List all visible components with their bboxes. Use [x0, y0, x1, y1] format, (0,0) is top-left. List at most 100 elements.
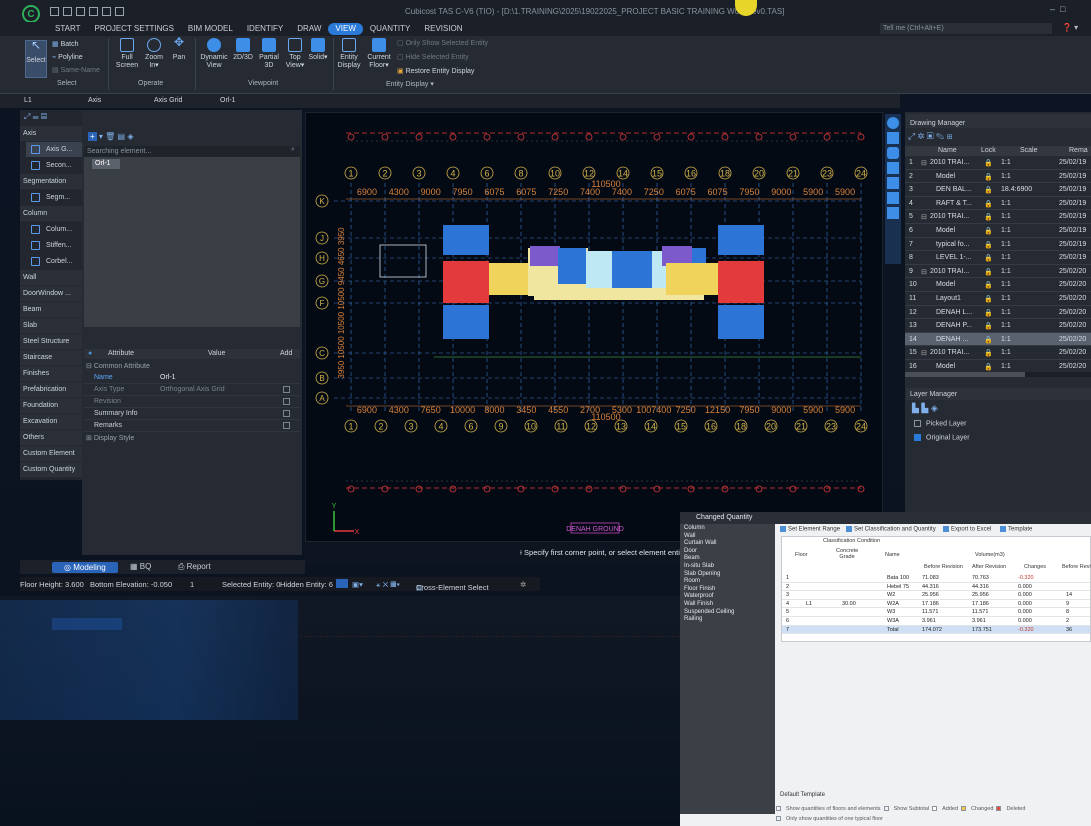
- drawing-row[interactable]: 10 Model 🔒 1:1 25/02/20: [905, 278, 1091, 292]
- tree-category[interactable]: Axis: [20, 126, 82, 141]
- quantity-row[interactable]: 4 L1 30.00 W2A 17.186 17.186 0.000 9: [782, 600, 1090, 609]
- drawing-manager-toolbar[interactable]: ⤢ ✲ ▣ ✎ ⊞: [908, 131, 952, 142]
- axis-list-item[interactable]: Orl-1: [92, 159, 120, 169]
- ortho-icon[interactable]: ⚹ ✕ ▦▾: [376, 580, 400, 590]
- restore-entity-button[interactable]: ▣ Restore Entity Display: [397, 67, 474, 75]
- tab-start[interactable]: START: [48, 23, 87, 35]
- tree-category[interactable]: Foundation: [20, 398, 82, 413]
- picked-layer-checkbox[interactable]: [914, 420, 921, 427]
- element-type-item[interactable]: Floor Finish: [684, 586, 715, 592]
- same-name-button[interactable]: ▤ Same-Name: [52, 66, 100, 74]
- tab-identify[interactable]: IDENTIFY: [240, 23, 290, 35]
- tree-category[interactable]: Custom Element: [20, 446, 82, 461]
- attribute-value[interactable]: Orthogonal Axis Grid: [160, 386, 225, 393]
- pan-button[interactable]: ✥ Pan: [168, 36, 190, 62]
- tab-modeling[interactable]: ◎ Modeling: [52, 562, 118, 573]
- 2d3d-button[interactable]: 2D/3D: [231, 38, 255, 62]
- fit-icon[interactable]: [887, 207, 899, 219]
- common-attribute-group[interactable]: ⊟ Common Attribute: [86, 362, 150, 370]
- tab-bim-model[interactable]: BIM MODEL: [181, 23, 240, 35]
- top-view-button[interactable]: Top View▾: [283, 38, 307, 70]
- quantity-row[interactable]: 2 Hebel 75 44.316 44.316 0.000: [782, 583, 1090, 592]
- entity-display-button[interactable]: Entity Display: [335, 38, 363, 70]
- rotate-icon[interactable]: [887, 162, 899, 174]
- settings-icon[interactable]: ✲: [520, 580, 526, 589]
- open-file-icon[interactable]: [63, 7, 72, 16]
- element-type-item[interactable]: In-situ Slab: [684, 563, 714, 569]
- element-type-item[interactable]: Slab Opening: [684, 571, 720, 577]
- drawing-row[interactable]: 1 ⊟ 2010 TRAI... 🔒 1:1 25/02/19: [905, 156, 1091, 170]
- lock-icon[interactable]: 🔒: [984, 186, 993, 194]
- tab-project-settings[interactable]: PROJECT SETTINGS: [87, 23, 180, 35]
- tab-revision[interactable]: REVISION: [417, 23, 469, 35]
- layer-icon[interactable]: ◈: [127, 132, 133, 141]
- lock-icon[interactable]: 🔒: [984, 200, 993, 208]
- lock-icon[interactable]: 🔒: [984, 268, 993, 276]
- element-type-item[interactable]: Door: [684, 548, 697, 554]
- tree-category[interactable]: Steel Structure: [20, 334, 82, 349]
- element-type-item[interactable]: Wall: [684, 533, 695, 539]
- show-subtotal-checkbox[interactable]: Show Subtotal: [883, 806, 929, 812]
- dialog-tool-button[interactable]: Set Element Range: [780, 526, 840, 533]
- snap-mode-icon[interactable]: ▣▾: [352, 580, 363, 589]
- solid-button[interactable]: Solid▾: [307, 38, 329, 62]
- zoom-window-icon[interactable]: [887, 192, 899, 204]
- attribute-row[interactable]: Revision: [84, 396, 300, 408]
- current-floor-button[interactable]: Current Floor▾: [364, 38, 394, 70]
- save-icon[interactable]: [76, 7, 85, 16]
- dialog-tool-button[interactable]: Export to Excel: [943, 526, 991, 533]
- pan-tool-icon[interactable]: [887, 147, 899, 159]
- drawing-row[interactable]: 8 LEVEL 1-... 🔒 1:1 25/02/19: [905, 251, 1091, 265]
- layout-icon[interactable]: [115, 7, 124, 16]
- picked-layer-row[interactable]: Picked Layer: [914, 420, 966, 427]
- select-button[interactable]: ↖ Select: [25, 39, 47, 78]
- tree-item[interactable]: Axis G...: [26, 142, 82, 157]
- drawing-row[interactable]: 6 Model 🔒 1:1 25/02/19: [905, 224, 1091, 238]
- attribute-row[interactable]: Axis Type Orthogonal Axis Grid: [84, 384, 300, 396]
- lock-icon[interactable]: 🔒: [984, 254, 993, 262]
- tab-draw[interactable]: DRAW: [290, 23, 328, 35]
- element-name-select[interactable]: Orl-1: [220, 97, 236, 107]
- drawing-table-scrollbar[interactable]: [905, 372, 1091, 377]
- quantity-row[interactable]: 6 W3A 3.961 3.961 0.000 2: [782, 617, 1090, 626]
- tree-item[interactable]: Corbel...: [26, 254, 82, 269]
- tree-view-icons[interactable]: ⤢ ☰ ▤: [24, 112, 47, 122]
- drawing-row[interactable]: 11 Layout1 🔒 1:1 25/02/20: [905, 292, 1091, 306]
- tell-me-search[interactable]: Tell me (Ctrl+Alt+E): [880, 23, 1052, 34]
- tree-category[interactable]: Custom Quantity: [20, 462, 82, 477]
- drawing-canvas[interactable]: 1 2 3 4 6 8 10 12 14 15 16 18 20 21 23 24 1 2 3 4 6 9 10 11 12 13…: [305, 112, 883, 542]
- lock-icon[interactable]: 🔒: [984, 336, 993, 344]
- tree-category[interactable]: Others: [20, 430, 82, 445]
- lock-icon[interactable]: 🔒: [984, 363, 993, 371]
- lock-icon[interactable]: 🔒: [984, 281, 993, 289]
- add-checkbox[interactable]: [283, 386, 290, 393]
- tree-category[interactable]: Wall: [20, 270, 82, 285]
- drawing-row[interactable]: 13 DENAH P... 🔒 1:1 25/02/20: [905, 319, 1091, 333]
- element-search-input[interactable]: Searching element...: [84, 146, 300, 157]
- tree-item[interactable]: Colum...: [26, 222, 82, 237]
- window-controls[interactable]: – □: [1050, 4, 1065, 14]
- batch-button[interactable]: ▦ Batch: [52, 40, 78, 48]
- drawing-row[interactable]: 2 Model 🔒 1:1 25/02/19: [905, 170, 1091, 184]
- element-type-item[interactable]: Curtain Wall: [684, 540, 716, 546]
- attribute-row[interactable]: Remarks: [84, 420, 300, 432]
- drawing-row[interactable]: 9 ⊟ 2010 TRAI... 🔒 1:1 25/02/20: [905, 265, 1091, 279]
- tree-category[interactable]: Prefabrication: [20, 382, 82, 397]
- add-checkbox[interactable]: [283, 410, 290, 417]
- add-checkbox[interactable]: [283, 422, 290, 429]
- tree-category[interactable]: Staircase: [20, 350, 82, 365]
- element-type-select[interactable]: Axis: [88, 97, 101, 107]
- dynamic-view-button[interactable]: Dynamic View: [198, 38, 230, 70]
- element-list-toolbar[interactable]: + ▾ 🗑 ▤ ◈: [88, 132, 148, 142]
- tree-item[interactable]: Segm...: [26, 190, 82, 205]
- add-checkbox[interactable]: [283, 398, 290, 405]
- tab-quantity[interactable]: QUANTITY: [363, 23, 417, 35]
- floor-select[interactable]: L1: [24, 97, 32, 107]
- element-subtype-select[interactable]: Axis Grid: [154, 97, 182, 107]
- tree-category[interactable]: Beam: [20, 302, 82, 317]
- lock-icon[interactable]: 🔒: [984, 349, 993, 357]
- new-file-icon[interactable]: [50, 7, 59, 16]
- dialog-tool-button[interactable]: Set Classification and Quantity: [846, 526, 936, 533]
- collapse-icon[interactable]: ⊟: [921, 213, 927, 221]
- tree-category[interactable]: Segmentation: [20, 174, 82, 189]
